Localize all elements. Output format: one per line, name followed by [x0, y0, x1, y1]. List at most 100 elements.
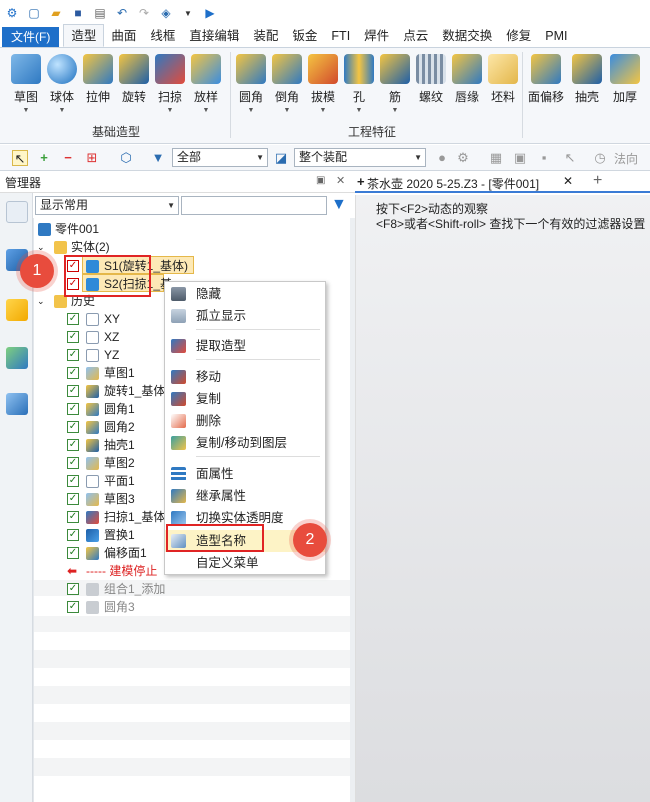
visibility-checkbox[interactable]: ✓ [67, 349, 79, 361]
play-icon[interactable]: ▶ [202, 5, 218, 21]
sphere-button[interactable]: 球体 ▼ [44, 54, 80, 114]
menu-item-hide[interactable]: 隐藏 [165, 283, 325, 305]
open-folder-icon[interactable]: ▰ [48, 5, 64, 21]
menu-item-delete[interactable]: 删除 [165, 410, 325, 432]
visibility-checkbox[interactable]: ✓ [67, 313, 79, 325]
visibility-checkbox[interactable]: ✓ [67, 385, 79, 397]
thread-button[interactable]: 螺纹 [413, 54, 449, 105]
visibility-checkbox[interactable]: ✓ [67, 403, 79, 415]
funnel-icon[interactable]: ▼ [331, 196, 347, 214]
tab-weldment[interactable]: 焊件 [357, 25, 396, 47]
visibility-checkbox[interactable]: ✓ [67, 331, 79, 343]
close-icon[interactable]: ✕ [336, 174, 345, 187]
tree-item-suppressed[interactable]: ✓ 圆角3 [34, 598, 350, 616]
visibility-checkbox[interactable]: ✓ [67, 583, 79, 595]
tab-direct-edit[interactable]: 直接编辑 [182, 25, 246, 47]
visibility-checkbox[interactable]: ✓ [67, 529, 79, 541]
graphics-canvas[interactable]: 按下<F2>动态的观察 <F8>或者<Shift-roll> 查找下一个有效的过… [355, 195, 650, 802]
lip-button[interactable]: 唇缘 [449, 54, 485, 105]
tab-sheetmetal[interactable]: 钣金 [285, 25, 324, 47]
tab-repair[interactable]: 修复 [499, 25, 538, 47]
assembly-tree-icon[interactable] [6, 201, 28, 223]
visibility-checkbox[interactable]: ✓ [67, 421, 79, 433]
draft-button[interactable]: 拔模 ▼ [305, 54, 341, 114]
tab-data-exchange[interactable]: 数据交换 [435, 25, 499, 47]
gear-icon[interactable]: ⚙ [455, 150, 471, 166]
restore-icon[interactable]: ▣ [316, 175, 325, 186]
tab-fti[interactable]: FTI [324, 25, 357, 47]
close-tab-icon[interactable]: ✕ [563, 174, 573, 188]
remove-icon[interactable]: − [60, 150, 76, 166]
user-icon[interactable] [6, 393, 28, 415]
dropdown-arrow-icon[interactable]: ▼ [180, 5, 196, 21]
visibility-checkbox[interactable]: ✓ [67, 367, 79, 379]
display-filter-select[interactable]: 显示常用 ▼ [35, 196, 179, 215]
add-icon[interactable]: + [36, 150, 52, 166]
shell-button[interactable]: 抽壳 [569, 54, 605, 105]
visibility-checkbox[interactable]: ✓ [67, 547, 79, 559]
assembly-select[interactable]: 整个装配 ▼ [294, 148, 426, 167]
menu-item-copy[interactable]: 复制 [165, 388, 325, 410]
cursor-icon[interactable]: ↖ [562, 150, 578, 166]
view-icon[interactable]: ▣ [512, 150, 528, 166]
sweep-button[interactable]: 扫掠 ▼ [152, 54, 188, 114]
snap-icon[interactable]: ▪ [536, 150, 552, 166]
revolve-button[interactable]: 旋转 [116, 54, 152, 105]
tree-root[interactable]: 零件001 [34, 220, 350, 238]
pin-icon[interactable]: + [357, 174, 365, 189]
view-orbit-icon[interactable]: ◈ [158, 5, 174, 21]
redo-icon[interactable]: ↷ [136, 5, 152, 21]
tree-item-suppressed[interactable]: ✓ 组合1_添加 [34, 580, 350, 598]
menu-item-inherit-attributes[interactable]: 继承属性 [165, 485, 325, 507]
tab-shape[interactable]: 造型 [63, 24, 105, 47]
blank-button[interactable]: 坯料 [485, 54, 521, 105]
visibility-checkbox[interactable]: ✓ [67, 511, 79, 523]
new-tab-icon[interactable]: + [593, 172, 602, 190]
save-icon[interactable]: ■ [70, 5, 86, 21]
box-select-icon[interactable]: ⊞ [84, 150, 100, 166]
search-input[interactable] [181, 196, 327, 215]
chamfer-button[interactable]: 倒角 ▼ [269, 54, 305, 114]
tab-assembly[interactable]: 装配 [246, 25, 285, 47]
menu-item-copy-move-layer[interactable]: 复制/移动到图层 [165, 432, 325, 454]
visibility-checkbox[interactable]: ✓ [67, 439, 79, 451]
menu-item-extract-shape[interactable]: 提取造型 [165, 335, 325, 357]
filter-icon[interactable]: ▼ [150, 150, 166, 166]
tab-point-cloud[interactable]: 点云 [396, 25, 435, 47]
extrude-button[interactable]: 拉伸 [80, 54, 116, 105]
sketch-button[interactable]: 草图 ▼ [8, 54, 44, 114]
pin-icon[interactable]: ● [434, 150, 450, 166]
grid-icon[interactable]: ▦ [488, 150, 504, 166]
rib-button[interactable]: 筋 ▼ [377, 54, 413, 114]
layer-icon[interactable] [6, 299, 28, 321]
visibility-checkbox[interactable]: ✓ [67, 601, 79, 613]
fillet-button[interactable]: 圆角 ▼ [233, 54, 269, 114]
menu-item-move[interactable]: 移动 [165, 366, 325, 388]
thicken-button[interactable]: 加厚 [607, 54, 643, 105]
direction-label[interactable]: 法向 [614, 150, 638, 167]
loft-button[interactable]: 放样 ▼ [188, 54, 224, 114]
menu-item-isolate[interactable]: 孤立显示 [165, 305, 325, 327]
tab-wireframe[interactable]: 线框 [143, 25, 182, 47]
pick-arrow-icon[interactable]: ↖ [12, 150, 28, 166]
tab-surface[interactable]: 曲面 [104, 25, 143, 47]
face-offset-button[interactable]: 面偏移 [526, 54, 566, 105]
app-logo-icon[interactable]: ⚙ [4, 5, 20, 21]
hole-button[interactable]: 孔 ▼ [341, 54, 377, 114]
visibility-checkbox[interactable]: ✓ [67, 457, 79, 469]
print-icon[interactable]: ▤ [92, 5, 108, 21]
polygon-select-icon[interactable]: ⬡ [118, 150, 134, 166]
filter-select[interactable]: 全部 ▼ [172, 148, 268, 167]
tab-pmi[interactable]: PMI [538, 25, 574, 47]
collapse-icon[interactable]: ⌄ [37, 292, 45, 310]
tree-solids-group[interactable]: ⌄ 实体(2) [34, 238, 350, 256]
view-manager-icon[interactable] [6, 347, 28, 369]
assembly-icon[interactable]: ◪ [273, 150, 289, 166]
clock-icon[interactable]: ◷ [592, 150, 608, 166]
menu-item-face-attributes[interactable]: 面属性 [165, 463, 325, 485]
visibility-checkbox[interactable]: ✓ [67, 493, 79, 505]
new-file-icon[interactable]: ▢ [26, 5, 42, 21]
document-tab-title[interactable]: 茶水壶 2020 5-25.Z3 - [零件001] [367, 175, 539, 192]
file-menu[interactable]: 文件(F) [2, 27, 60, 47]
visibility-checkbox[interactable]: ✓ [67, 475, 79, 487]
